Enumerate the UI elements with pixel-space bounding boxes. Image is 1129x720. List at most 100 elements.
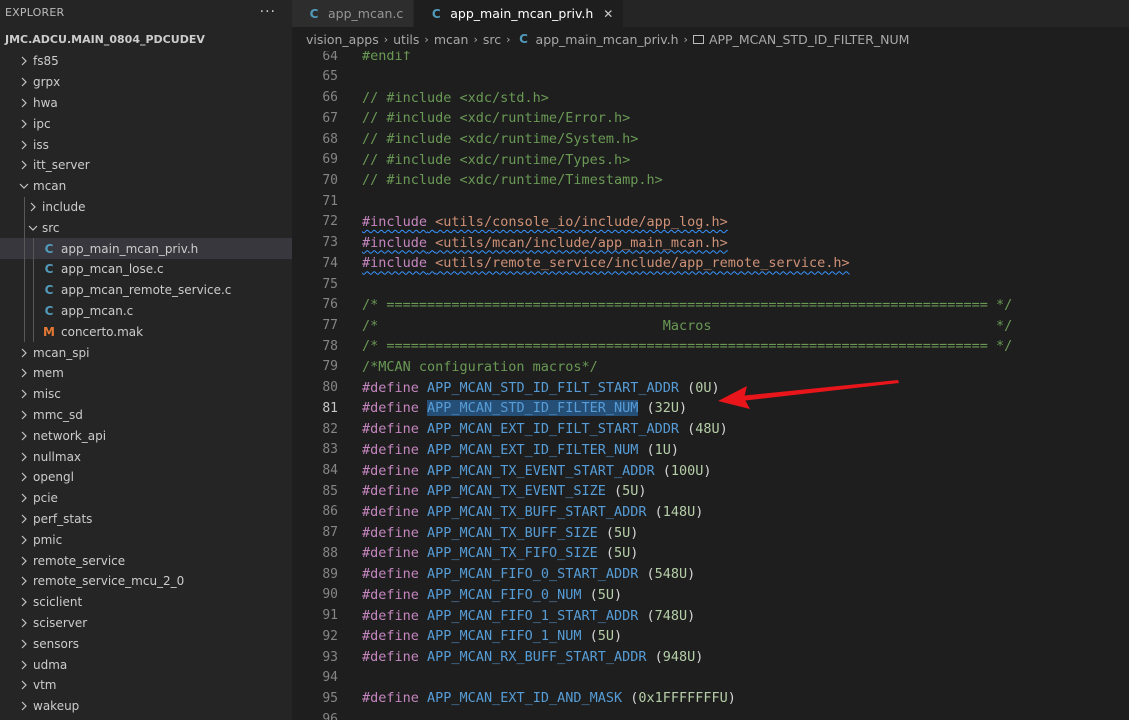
chevron-right-icon[interactable] [17, 56, 31, 66]
tree-folder[interactable]: grpx [0, 72, 292, 93]
code-line[interactable]: 68 // #include <xdc/runtime/System.h> [292, 129, 1129, 150]
tree-file[interactable]: Mconcerto.mak [0, 321, 292, 342]
chevron-right-icon[interactable] [26, 202, 40, 212]
chevron-right-icon[interactable] [17, 410, 31, 420]
tree-folder[interactable]: network_api [0, 425, 292, 446]
workspace-root[interactable]: JMC.ADCU.MAIN_0804_PDCUDEV [0, 24, 292, 54]
chevron-right-icon[interactable] [17, 639, 31, 649]
code-line[interactable]: 78 /* ===================================… [292, 336, 1129, 357]
code-line[interactable]: 87 #define APP_MCAN_TX_BUFF_SIZE (5U) [292, 522, 1129, 543]
code-line[interactable]: 81 #define APP_MCAN_STD_ID_FILTER_NUM (32… [292, 398, 1129, 419]
code-line[interactable]: 65 [292, 67, 1129, 88]
breadcrumb-vision-apps[interactable]: vision_apps [306, 32, 379, 47]
tree-folder[interactable]: iss [0, 134, 292, 155]
code-line[interactable]: 82 #define APP_MCAN_EXT_ID_FILT_START_ADD… [292, 419, 1129, 440]
tree-folder[interactable]: opengl [0, 467, 292, 488]
chevron-right-icon[interactable] [17, 77, 31, 87]
tree-folder[interactable]: fs85 [0, 51, 292, 72]
tree-folder[interactable]: mcan_spi [0, 342, 292, 363]
code-line[interactable]: 94 [292, 667, 1129, 688]
breadcrumb-src[interactable]: src [483, 32, 501, 47]
tree-folder[interactable]: misc [0, 384, 292, 405]
tree-folder[interactable]: udma [0, 654, 292, 675]
chevron-right-icon[interactable] [17, 493, 31, 503]
code-editor[interactable]: 64 #endif 65 66 // #include <xdc/std.h> 67 // … [292, 51, 1129, 720]
code-line[interactable]: 90 #define APP_MCAN_FIFO_0_NUM (5U) [292, 585, 1129, 606]
tree-folder[interactable]: nullmax [0, 446, 292, 467]
chevron-right-icon[interactable] [17, 514, 31, 524]
chevron-right-icon[interactable] [17, 368, 31, 378]
breadcrumb-utils[interactable]: utils [393, 32, 419, 47]
tree-folder[interactable]: remote_service [0, 550, 292, 571]
code-line[interactable]: 92 #define APP_MCAN_FIFO_1_NUM (5U) [292, 626, 1129, 647]
tree-folder[interactable]: ipc [0, 113, 292, 134]
code-line[interactable]: 83 #define APP_MCAN_EXT_ID_FILTER_NUM (1U… [292, 439, 1129, 460]
code-line[interactable]: 71 [292, 191, 1129, 212]
code-line[interactable]: 80 #define APP_MCAN_STD_ID_FILT_START_ADD… [292, 377, 1129, 398]
tree-folder[interactable]: remote_service_mcu_2_0 [0, 571, 292, 592]
chevron-right-icon[interactable] [17, 472, 31, 482]
tree-folder[interactable]: mmc_sd [0, 405, 292, 426]
breadcrumb-mcan[interactable]: mcan [434, 32, 469, 47]
tree-file[interactable]: Capp_mcan.c [0, 301, 292, 322]
chevron-right-icon[interactable] [17, 660, 31, 670]
tree-folder[interactable]: sciclient [0, 592, 292, 613]
code-line[interactable]: 86 #define APP_MCAN_TX_BUFF_START_ADDR (1… [292, 502, 1129, 523]
tree-folder[interactable]: itt_server [0, 155, 292, 176]
tree-folder[interactable]: sciserver [0, 613, 292, 634]
code-line[interactable]: 85 #define APP_MCAN_TX_EVENT_SIZE (5U) [292, 481, 1129, 502]
code-line[interactable]: 96 [292, 709, 1129, 720]
tree-file[interactable]: Capp_main_mcan_priv.h [0, 238, 292, 259]
tree-folder[interactable]: mem [0, 363, 292, 384]
chevron-right-icon[interactable] [17, 701, 31, 711]
code-line[interactable]: 72 #include <utils/console_io/include/app… [292, 212, 1129, 233]
code-line[interactable]: 79 /*MCAN configuration macros*/ [292, 357, 1129, 378]
code-line[interactable]: 76 /* ===================================… [292, 294, 1129, 315]
tree-folder[interactable]: pmic [0, 529, 292, 550]
chevron-right-icon[interactable] [17, 119, 31, 129]
breadcrumb-file[interactable]: app_main_mcan_priv.h [536, 32, 679, 47]
chevron-down-icon[interactable] [17, 182, 31, 190]
chevron-right-icon[interactable] [17, 452, 31, 462]
breadcrumb-symbol[interactable]: APP_MCAN_STD_ID_FILTER_NUM [709, 32, 909, 47]
code-line[interactable]: 70 // #include <xdc/runtime/Timestamp.h> [292, 170, 1129, 191]
code-line[interactable]: 89 #define APP_MCAN_FIFO_0_START_ADDR (54… [292, 564, 1129, 585]
tree-folder[interactable]: sensors [0, 633, 292, 654]
chevron-right-icon[interactable] [17, 348, 31, 358]
chevron-right-icon[interactable] [17, 431, 31, 441]
tab-app-main-mcan-priv-h[interactable]: C app_main_mcan_priv.h ✕ [414, 0, 625, 27]
code-line[interactable]: 69 // #include <xdc/runtime/Types.h> [292, 149, 1129, 170]
more-actions-icon[interactable]: ··· [260, 4, 276, 20]
tree-file[interactable]: Capp_mcan_lose.c [0, 259, 292, 280]
code-line[interactable]: 75 [292, 274, 1129, 295]
chevron-right-icon[interactable] [17, 597, 31, 607]
chevron-right-icon[interactable] [17, 389, 31, 399]
code-line[interactable]: 66 // #include <xdc/std.h> [292, 87, 1129, 108]
chevron-right-icon[interactable] [17, 140, 31, 150]
code-line[interactable]: 73 #include <utils/mcan/include/app_main_… [292, 232, 1129, 253]
code-line[interactable]: 95 #define APP_MCAN_EXT_ID_AND_MASK (0x1F… [292, 688, 1129, 709]
code-line[interactable]: 64 #endif [292, 51, 1129, 67]
chevron-down-icon[interactable] [26, 224, 40, 232]
code-line[interactable]: 88 #define APP_MCAN_TX_FIFO_SIZE (5U) [292, 543, 1129, 564]
chevron-right-icon[interactable] [17, 618, 31, 628]
tree-folder[interactable]: wakeup [0, 696, 292, 717]
chevron-right-icon[interactable] [17, 576, 31, 586]
tree-folder[interactable]: include [0, 197, 292, 218]
code-line[interactable]: 91 #define APP_MCAN_FIFO_1_START_ADDR (74… [292, 605, 1129, 626]
tab-app-mcan-c[interactable]: C app_mcan.c [292, 0, 415, 27]
code-line[interactable]: 67 // #include <xdc/runtime/Error.h> [292, 108, 1129, 129]
code-line[interactable]: 84 #define APP_MCAN_TX_EVENT_START_ADDR (… [292, 460, 1129, 481]
tree-folder[interactable]: vtm [0, 675, 292, 696]
chevron-right-icon[interactable] [17, 680, 31, 690]
tree-file[interactable]: Capp_mcan_remote_service.c [0, 280, 292, 301]
close-icon[interactable]: ✕ [603, 7, 613, 21]
tree-folder[interactable]: perf_stats [0, 509, 292, 530]
code-line[interactable]: 93 #define APP_MCAN_RX_BUFF_START_ADDR (9… [292, 647, 1129, 668]
tree-folder[interactable]: mcan [0, 176, 292, 197]
tree-folder[interactable]: src [0, 217, 292, 238]
chevron-right-icon[interactable] [17, 556, 31, 566]
code-line[interactable]: 77 /* Macros */ [292, 315, 1129, 336]
tree-folder[interactable]: hwa [0, 93, 292, 114]
tree-folder[interactable]: pcie [0, 488, 292, 509]
